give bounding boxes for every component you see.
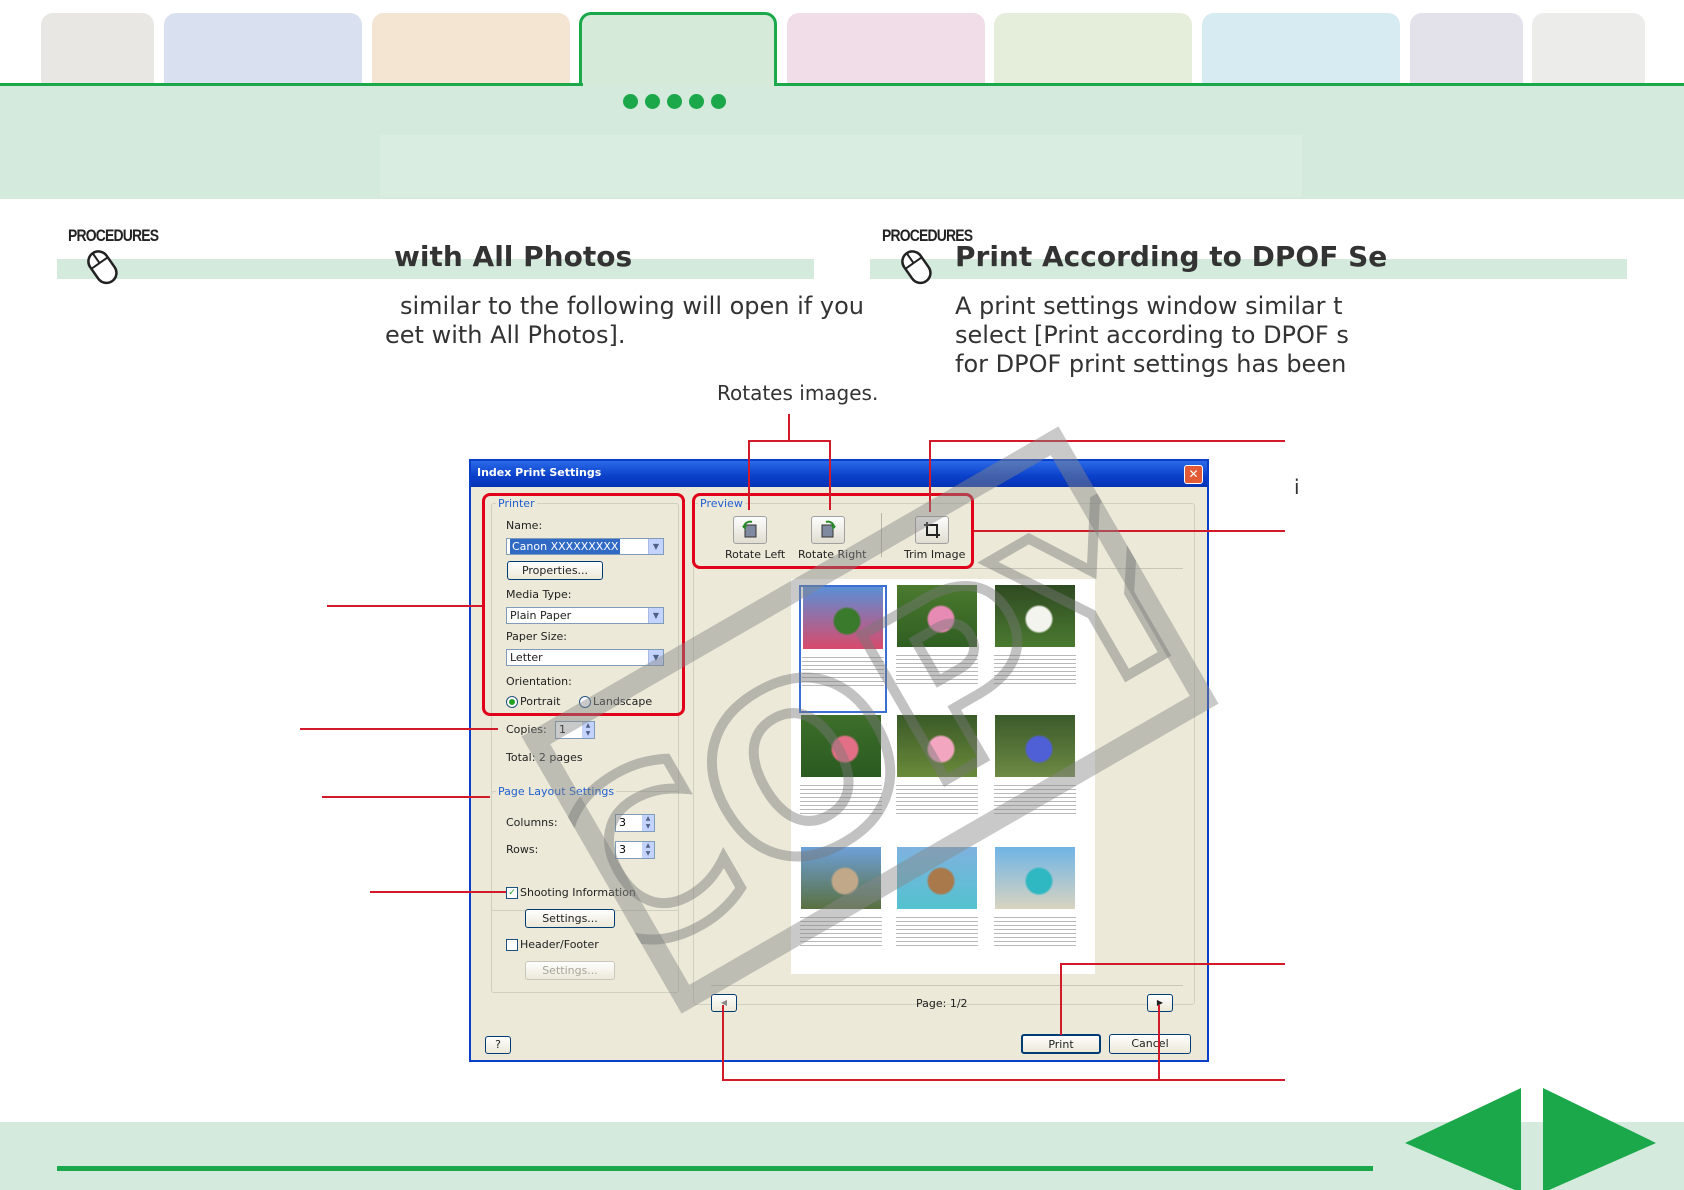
- callout-rotates-images: Rotates images.: [717, 381, 879, 405]
- header-footer-label: Header/Footer: [520, 938, 599, 951]
- callout-line: [748, 440, 831, 442]
- callout-line: [722, 1005, 724, 1081]
- page-dot: [623, 94, 638, 109]
- mouse-icon: [901, 250, 932, 285]
- page-dots: [623, 94, 726, 109]
- page-indicator: Page: 1/2: [916, 997, 968, 1010]
- tab-baseline-left: [0, 83, 583, 86]
- left-procedures-label: PROCEDURES: [68, 226, 159, 245]
- tab-6[interactable]: [994, 13, 1192, 85]
- right-body-line2: select [Print according to DPOF s: [955, 321, 1349, 349]
- photo-thumbnail[interactable]: [993, 847, 1077, 947]
- left-body-line1: similar to the following will open if yo…: [400, 292, 864, 320]
- callout-line: [929, 440, 1285, 442]
- header-inner-panel: [380, 135, 1302, 197]
- tab-5[interactable]: [787, 13, 985, 85]
- page-dot: [667, 94, 682, 109]
- preview-bottom-divider: [711, 985, 1183, 986]
- callout-line: [1060, 963, 1062, 1035]
- callout-line: [829, 440, 831, 510]
- columns-label: Columns:: [506, 816, 558, 829]
- tab-7[interactable]: [1202, 13, 1400, 85]
- callout-line: [322, 796, 490, 798]
- right-body-line1: A print settings window similar t: [955, 292, 1343, 320]
- callout-line: [1060, 963, 1285, 965]
- rows-label: Rows:: [506, 843, 539, 856]
- mouse-icon: [87, 250, 118, 285]
- tab-3[interactable]: [372, 13, 570, 85]
- callout-line: [370, 891, 506, 893]
- cancel-button[interactable]: Cancel: [1109, 1034, 1191, 1054]
- prev-page-arrow-icon[interactable]: [1405, 1088, 1521, 1190]
- callout-line: [788, 414, 790, 440]
- help-button[interactable]: ?: [485, 1036, 511, 1054]
- callout-line: [748, 440, 750, 510]
- tab-2[interactable]: [164, 13, 362, 85]
- callout-line: [722, 1079, 1285, 1081]
- photo-image: [995, 847, 1075, 909]
- photo-info-lines: [896, 915, 978, 947]
- callout-line: [327, 605, 482, 607]
- callout-line: [300, 728, 498, 730]
- tab-1[interactable]: [41, 13, 154, 85]
- top-tab-bar: [0, 0, 1684, 92]
- callout-stray-char: i: [1294, 475, 1300, 499]
- header-footer-settings-button[interactable]: Settings...: [525, 961, 615, 980]
- callout-line: [1158, 1005, 1160, 1081]
- shooting-info-settings-button[interactable]: Settings...: [525, 909, 615, 928]
- left-body-line2: eet with All Photos].: [385, 321, 626, 349]
- tab-4-active[interactable]: [579, 12, 777, 92]
- next-page-arrow-icon[interactable]: [1543, 1088, 1656, 1190]
- print-button[interactable]: Print: [1021, 1034, 1101, 1054]
- right-heading: Print According to DPOF Se: [955, 240, 1388, 273]
- page-dot: [711, 94, 726, 109]
- prev-page-button[interactable]: ◀: [711, 994, 737, 1012]
- left-heading: with All Photos: [394, 240, 633, 273]
- next-page-button[interactable]: ▶: [1147, 994, 1173, 1012]
- close-icon[interactable]: ✕: [1184, 465, 1203, 484]
- header-footer-checkbox[interactable]: [506, 939, 518, 951]
- photo-info-lines: [994, 915, 1076, 947]
- dialog-titlebar[interactable]: Index Print Settings ✕: [471, 461, 1207, 487]
- page-dot: [645, 94, 660, 109]
- tab-8[interactable]: [1410, 13, 1523, 85]
- footer-line: [57, 1166, 1373, 1171]
- dialog-title: Index Print Settings: [477, 466, 602, 479]
- page-dot: [689, 94, 704, 109]
- right-body-line3: for DPOF print settings has been: [955, 350, 1347, 378]
- shooting-info-checkbox[interactable]: ✓: [506, 887, 518, 899]
- tab-9[interactable]: [1532, 13, 1645, 85]
- tab-baseline-right: [775, 83, 1684, 86]
